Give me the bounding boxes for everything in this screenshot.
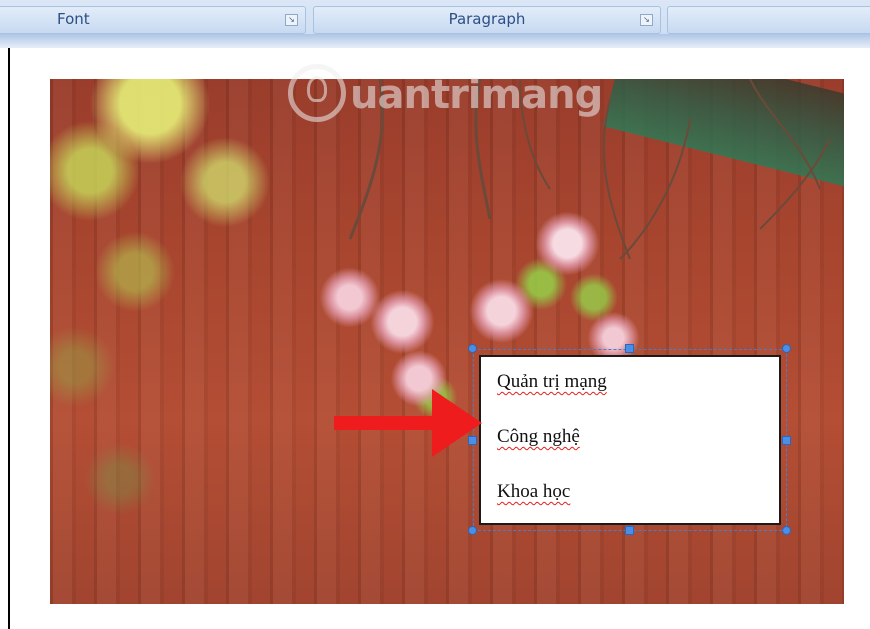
resize-handle-top[interactable] bbox=[625, 344, 634, 353]
ribbon-group-label: Paragraph bbox=[448, 10, 526, 28]
dialog-launcher-icon[interactable]: ↘ bbox=[640, 14, 653, 26]
ribbon: Font ↘ Paragraph ↘ bbox=[0, 0, 870, 48]
ribbon-bottom-edge bbox=[0, 34, 870, 48]
lightbulb-icon bbox=[307, 76, 327, 102]
page-left-edge bbox=[8, 48, 10, 629]
textbox[interactable]: Quản trị mạng Công nghệ Khoa học bbox=[479, 355, 781, 525]
resize-handle-right[interactable] bbox=[782, 436, 791, 445]
ribbon-group-label: Font bbox=[57, 10, 90, 28]
resize-handle-top-left[interactable] bbox=[468, 344, 477, 353]
resize-handle-bottom-left[interactable] bbox=[468, 526, 477, 535]
dialog-launcher-icon[interactable]: ↘ bbox=[285, 14, 298, 26]
ribbon-group-font: Font ↘ bbox=[0, 6, 306, 34]
resize-handle-bottom[interactable] bbox=[625, 526, 634, 535]
watermark-logo: uantrimang bbox=[288, 62, 668, 124]
resize-handle-bottom-right[interactable] bbox=[782, 526, 791, 535]
textbox-line[interactable]: Khoa học bbox=[497, 481, 779, 536]
textbox-line[interactable]: Công nghệ bbox=[497, 426, 779, 481]
textbox-line[interactable]: Quản trị mạng bbox=[497, 371, 779, 426]
right-arrow-icon bbox=[334, 389, 482, 457]
watermark-text: uantrimang bbox=[350, 72, 603, 118]
resize-handle-top-right[interactable] bbox=[782, 344, 791, 353]
ribbon-group-paragraph: Paragraph ↘ bbox=[313, 6, 661, 34]
ribbon-group-styles bbox=[667, 6, 870, 34]
